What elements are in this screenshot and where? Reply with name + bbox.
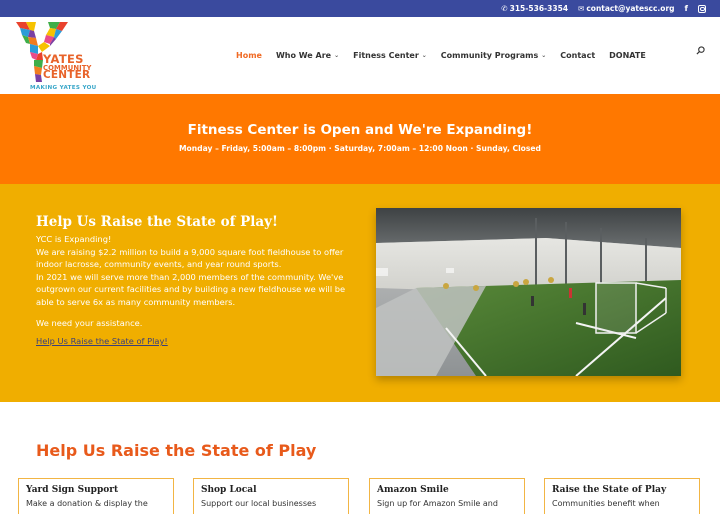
main-nav: Home Who We Are ⌄ Fitness Center ⌄ Commu… [236, 51, 660, 60]
search-icon[interactable] [696, 46, 705, 55]
site-header: YATES COMMUNITY CENTER MAKING YATES YOU … [0, 17, 720, 94]
fieldhouse-illustration [376, 208, 681, 376]
email-link[interactable]: ✉ contact@yatescc.org [578, 4, 674, 13]
nav-label: Contact [560, 51, 596, 60]
card-yard-sign-support[interactable]: Yard Sign Support Make a donation & disp… [18, 478, 174, 514]
phone-number: 315-536-3354 [509, 4, 569, 13]
feature-text: Help Us Raise the State of Play! YCC is … [36, 214, 346, 348]
card-title: Shop Local [201, 485, 257, 495]
feature-subtitle: YCC is Expanding! [36, 234, 112, 244]
logo-wordmark: YATES COMMUNITY CENTER [43, 53, 92, 82]
chevron-down-icon: ⌄ [421, 52, 427, 59]
card-text: Support our local businesses [201, 499, 317, 508]
feature-paragraph: In 2021 we will serve more than 2,000 me… [36, 271, 346, 307]
instagram-icon[interactable] [698, 4, 706, 13]
card-title: Amazon Smile [377, 485, 449, 495]
feature-title: Help Us Raise the State of Play! [36, 214, 278, 230]
nav-label: DONATE [609, 51, 646, 60]
raise-state-of-play-link[interactable]: Help Us Raise the State of Play! [36, 336, 168, 346]
hours-banner: Fitness Center is Open and We're Expandi… [0, 94, 720, 184]
card-text: Sign up for Amazon Smile and [377, 499, 498, 508]
card-title: Raise the State of Play [552, 485, 667, 495]
nav-label: Who We Are [275, 51, 332, 60]
nav-home[interactable]: Home [236, 51, 262, 60]
card-title: Yard Sign Support [26, 485, 119, 495]
nav-contact[interactable]: Contact [560, 51, 595, 60]
logo-line-center: CENTER [43, 69, 91, 82]
nav-community-programs[interactable]: Community Programs ⌄ [441, 51, 547, 60]
email-address: contact@yatescc.org [586, 4, 675, 13]
feature-paragraph: We are raising $2.2 million to build a 9… [36, 246, 344, 270]
phone-icon: ✆ [501, 4, 508, 13]
card-text: Make a donation & display the [26, 499, 148, 508]
section-title: Help Us Raise the State of Play [36, 441, 317, 460]
card-shop-local[interactable]: Shop Local Support our local businesses [193, 478, 349, 514]
banner-hours: Monday – Friday, 5:00am – 8:00pm · Satur… [179, 144, 541, 153]
feature-call-to-action: We need your assistance. [36, 317, 143, 328]
banner-title: Fitness Center is Open and We're Expandi… [187, 122, 533, 138]
nav-fitness-center[interactable]: Fitness Center ⌄ [353, 51, 427, 60]
top-bar: ✆ 315-536-3354 ✉ contact@yatescc.org f [0, 0, 720, 17]
chevron-down-icon: ⌄ [334, 52, 340, 59]
phone-link[interactable]: ✆ 315-536-3354 [501, 4, 568, 13]
nav-who-we-are[interactable]: Who We Are ⌄ [276, 51, 339, 60]
nav-label: Community Programs [440, 51, 539, 60]
envelope-icon: ✉ [578, 4, 585, 13]
fieldhouse-rendering-image [376, 208, 681, 376]
card-amazon-smile[interactable]: Amazon Smile Sign up for Amazon Smile an… [369, 478, 525, 514]
nav-label: Home [236, 51, 262, 60]
nav-donate[interactable]: DONATE [609, 51, 646, 60]
nav-label: Fitness Center [353, 51, 419, 60]
chevron-down-icon: ⌄ [541, 52, 547, 59]
card-raise-state-of-play[interactable]: Raise the State of Play Communities bene… [544, 478, 700, 514]
site-logo[interactable]: YATES COMMUNITY CENTER MAKING YATES YOU [16, 22, 106, 92]
logo-tagline: MAKING YATES YOU [30, 85, 97, 91]
facebook-icon[interactable]: f [685, 4, 688, 13]
card-text: Communities benefit when [552, 499, 660, 508]
